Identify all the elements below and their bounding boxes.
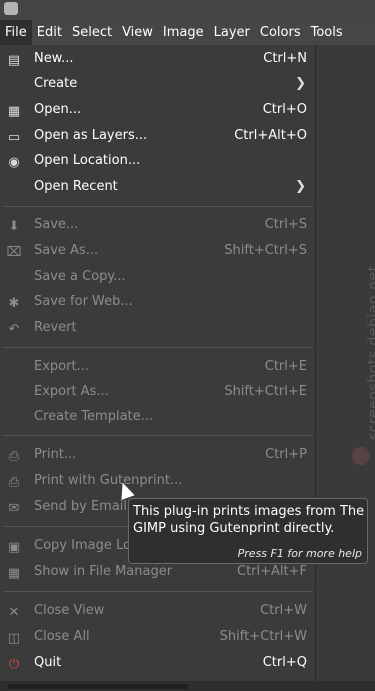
menu-item-create[interactable]: Create ❯: [0, 72, 315, 98]
bottom-bar: [8, 684, 188, 689]
save-icon: ⬇: [8, 218, 20, 234]
menu-file[interactable]: File: [0, 20, 32, 45]
menu-separator: [4, 206, 313, 207]
open-as-layers-icon: ▭: [7, 129, 21, 145]
menu-separator: [4, 435, 313, 436]
plugin-tooltip: This plug-in prints images from The GIMP…: [128, 498, 368, 564]
menu-item-new[interactable]: ▤ New... Ctrl+N: [0, 47, 315, 73]
open-icon: ▦: [7, 103, 21, 119]
new-image-icon: ▤: [7, 52, 21, 68]
menu-item-export[interactable]: Export... Ctrl+E: [0, 355, 315, 381]
quit-icon: ⏻: [8, 656, 20, 672]
bottom-status-strip: [0, 681, 375, 691]
menu-colors[interactable]: Colors: [255, 20, 306, 45]
globe-icon: ◉: [8, 154, 20, 170]
menu-item-close-all[interactable]: ◫ Close All Shift+Ctrl+W: [0, 625, 315, 651]
menu-edit[interactable]: Edit: [32, 20, 67, 45]
menu-view[interactable]: View: [117, 20, 158, 45]
menu-item-save-as[interactable]: ⌧ Save As... Shift+Ctrl+S: [0, 239, 315, 265]
menu-item-save-a-copy[interactable]: Save a Copy...: [0, 265, 315, 291]
menu-item-quit[interactable]: ⏻ Quit Ctrl+Q: [0, 651, 315, 677]
menu-item-save[interactable]: ⬇ Save... Ctrl+S: [0, 213, 315, 239]
menu-item-open-location[interactable]: ◉ Open Location...: [0, 149, 315, 175]
menu-separator: [4, 347, 313, 348]
gimp-app-icon: [4, 2, 18, 15]
menubar: File Edit Select View Image Layer Colors…: [0, 20, 375, 45]
copy-location-icon: ▣: [7, 539, 21, 555]
tooltip-help-hint: Press F1 for more help: [237, 547, 362, 560]
menu-separator: [4, 591, 313, 592]
print-icon: ⎙: [8, 448, 20, 464]
menu-layer[interactable]: Layer: [209, 20, 255, 45]
email-icon: ✉: [8, 500, 20, 516]
chevron-right-icon: ❯: [295, 76, 306, 91]
file-menu-dropdown: ▤ New... Ctrl+N Create ❯ ▦ Open... Ctrl+…: [0, 45, 316, 682]
menu-item-print[interactable]: ⎙ Print... Ctrl+P: [0, 443, 315, 469]
menu-item-save-for-web[interactable]: ✱ Save for Web...: [0, 290, 315, 316]
tooltip-text: This plug-in prints images from The GIMP…: [133, 504, 365, 536]
revert-icon: ↶: [8, 321, 20, 337]
watermark-logo-icon: [352, 447, 370, 465]
menu-item-create-template[interactable]: Create Template...: [0, 405, 315, 431]
save-web-icon: ✱: [8, 295, 20, 311]
menu-item-print-gutenprint[interactable]: ⎙ Print with Gutenprint...: [0, 469, 315, 495]
menu-item-open-as-layers[interactable]: ▭ Open as Layers... Ctrl+Alt+O: [0, 124, 315, 150]
menu-image[interactable]: Image: [158, 20, 209, 45]
gutenprint-icon: ⎙: [8, 474, 20, 490]
menu-item-revert[interactable]: ↶ Revert: [0, 316, 315, 342]
menu-tools[interactable]: Tools: [306, 20, 348, 45]
save-as-icon: ⌧: [6, 244, 22, 260]
menu-item-export-as[interactable]: Export As... Shift+Ctrl+E: [0, 380, 315, 406]
file-manager-icon: ▦: [7, 565, 21, 581]
close-icon: ✕: [8, 604, 20, 620]
menu-item-open[interactable]: ▦ Open... Ctrl+O: [0, 98, 315, 124]
menu-select[interactable]: Select: [67, 20, 117, 45]
menu-item-open-recent[interactable]: Open Recent ❯: [0, 175, 315, 201]
menu-item-close-view[interactable]: ✕ Close View Ctrl+W: [0, 599, 315, 625]
chevron-right-icon: ❯: [295, 179, 306, 194]
close-all-icon: ◫: [7, 630, 21, 646]
watermark-text: screenshots.debian.net: [366, 265, 375, 440]
window-titlebar: [0, 0, 375, 20]
